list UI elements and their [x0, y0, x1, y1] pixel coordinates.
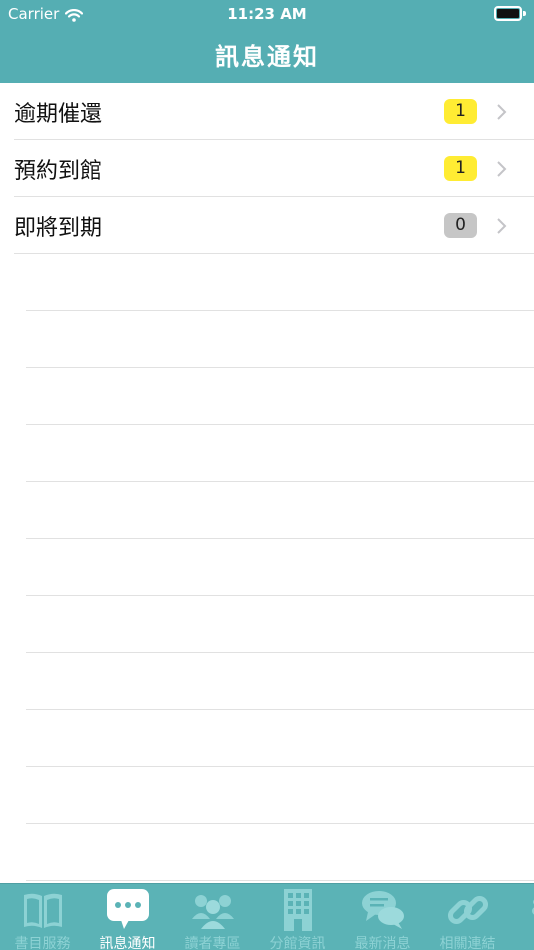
- tab-latest-news[interactable]: 最新消息: [340, 884, 425, 950]
- overflow-icon: [526, 898, 534, 916]
- empty-row: [0, 767, 534, 824]
- tab-label: 最新消息: [354, 936, 411, 950]
- tab-notifications[interactable]: 訊息通知: [85, 884, 170, 950]
- tab-label: 讀者專區: [184, 936, 241, 950]
- count-badge: 0: [444, 213, 477, 238]
- tab-reader-area[interactable]: 讀者專區: [170, 884, 255, 950]
- status-bar: Carrier 11:23 AM: [0, 0, 534, 26]
- chat-bubble-icon: [105, 887, 151, 933]
- list-item-label: 即將到期: [14, 216, 103, 241]
- list-item-reservation[interactable]: 預約到館 1: [0, 140, 534, 197]
- notification-list: 逾期催還 1 預約到館 1 即將到期 0: [0, 83, 534, 883]
- empty-row: [0, 653, 534, 710]
- tab-label: 訊息通知: [99, 936, 156, 950]
- building-icon: [275, 887, 321, 933]
- chevron-right-icon: [494, 103, 510, 121]
- people-icon: [190, 887, 236, 933]
- tab-more-partial[interactable]: [510, 884, 534, 950]
- empty-row: [0, 596, 534, 653]
- chevron-right-icon: [494, 160, 510, 178]
- chevron-right-icon: [494, 217, 510, 235]
- list-item-due-soon[interactable]: 即將到期 0: [0, 197, 534, 254]
- empty-row: [0, 425, 534, 482]
- status-time: 11:23 AM: [227, 5, 307, 23]
- speech-bubbles-icon: [360, 887, 406, 933]
- tab-bar: 書目服務 訊息通知 讀者專區 分館資訊 最新消息 相關連結: [0, 883, 534, 950]
- battery-icon: [494, 6, 526, 21]
- list-item-label: 預約到館: [14, 159, 103, 184]
- tab-related-links[interactable]: 相關連結: [425, 884, 510, 950]
- count-badge: 1: [444, 99, 477, 124]
- page-title: 訊息通知: [215, 43, 319, 71]
- empty-row: [0, 824, 534, 881]
- tab-branch-info[interactable]: 分館資訊: [255, 884, 340, 950]
- tab-catalog[interactable]: 書目服務: [0, 884, 85, 950]
- empty-row: [0, 482, 534, 539]
- empty-row: [0, 710, 534, 767]
- list-item-overdue[interactable]: 逾期催還 1: [0, 83, 534, 140]
- count-badge: 1: [444, 156, 477, 181]
- empty-row: [0, 539, 534, 596]
- list-item-label: 逾期催還: [14, 102, 103, 127]
- tab-label: 書目服務: [14, 936, 71, 950]
- tab-label: 相關連結: [439, 936, 496, 950]
- navigation-header: Carrier 11:23 AM 訊息通知: [0, 0, 534, 83]
- empty-row: [0, 311, 534, 368]
- link-icon: [445, 887, 491, 933]
- book-icon: [20, 887, 66, 933]
- empty-row: [0, 368, 534, 425]
- tab-label: 分館資訊: [269, 936, 326, 950]
- empty-row: [0, 254, 534, 311]
